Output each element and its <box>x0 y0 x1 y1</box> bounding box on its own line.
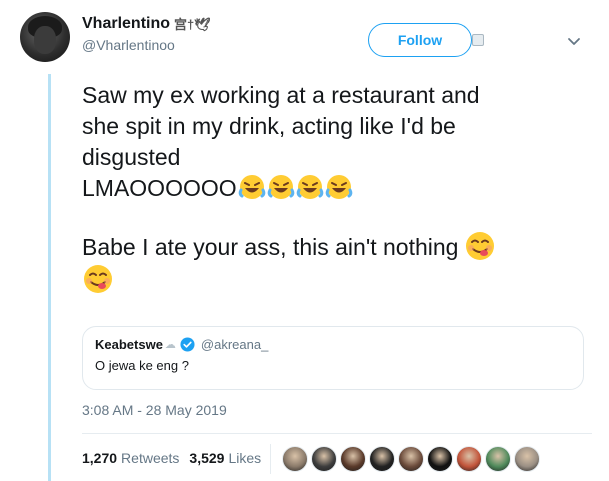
liker-avatar[interactable] <box>369 446 395 472</box>
liker-avatar[interactable] <box>456 446 482 472</box>
quoted-user-name[interactable]: Keabetswe <box>95 337 163 352</box>
retweets-stat[interactable]: 1,270 Retweets <box>82 450 179 466</box>
tweet-line-3: disgusted <box>82 144 181 170</box>
liker-avatars <box>282 446 543 472</box>
avatar-face <box>34 26 56 54</box>
quoted-tweet[interactable]: Keabetswe ☁ @akreana_ O jewa ke eng ? <box>82 326 584 390</box>
stats-separator <box>270 444 271 474</box>
rolling-on-floor-laughing-emoji <box>325 175 352 199</box>
user-display-name[interactable]: Vharlentino <box>82 15 170 33</box>
tweet-line-6 <box>82 263 592 296</box>
tweet-line-4: LMAOOOOOO <box>82 173 592 204</box>
user-handle[interactable]: @Vharlentinoo <box>82 37 211 53</box>
tweet-stats: 1,270 Retweets 3,529 Likes <box>82 450 271 466</box>
tweet-timestamp[interactable]: 3:08 AM - 28 May 2019 <box>82 402 227 418</box>
name-decoration: 宫†🕊 <box>174 17 211 32</box>
rolling-on-floor-laughing-emoji <box>296 175 323 199</box>
retweets-count: 1,270 <box>82 450 118 466</box>
liker-avatar[interactable] <box>282 446 308 472</box>
tweet-text: Saw my ex working at a restaurant and sh… <box>82 80 592 296</box>
verified-badge-icon <box>180 337 195 352</box>
liker-avatar[interactable] <box>427 446 453 472</box>
tweet-lmao-text: LMAOOOOOO <box>82 175 237 201</box>
user-avatar[interactable] <box>20 12 70 62</box>
retweets-label: Retweets <box>121 450 180 466</box>
face-savoring-food-emoji <box>84 265 112 293</box>
liker-avatar[interactable] <box>398 446 424 472</box>
thread-line <box>48 74 51 481</box>
likes-count: 3,529 <box>189 450 225 466</box>
liker-avatar[interactable] <box>311 446 337 472</box>
quoted-tweet-text: O jewa ke eng ? <box>95 358 189 373</box>
tweet-line-1: Saw my ex working at a restaurant and <box>82 82 480 108</box>
tweet-babe-text: Babe I ate your ass, this ain't nothing <box>82 234 459 260</box>
liker-avatar[interactable] <box>485 446 511 472</box>
user-name-row[interactable]: Vharlentino 宫†🕊 <box>82 14 211 33</box>
likes-stat[interactable]: 3,529 Likes <box>189 450 261 466</box>
likes-label: Likes <box>228 450 262 466</box>
liker-avatar[interactable] <box>340 446 366 472</box>
rolling-on-floor-laughing-emoji <box>267 175 294 199</box>
rolling-on-floor-laughing-emoji <box>238 175 265 199</box>
liker-avatar[interactable] <box>514 446 540 472</box>
quoted-name-decoration: ☁ <box>164 339 176 351</box>
chevron-down-icon[interactable] <box>566 33 582 49</box>
face-savoring-food-emoji <box>466 232 495 260</box>
tweet-line-2: she spit in my drink, acting like I'd be <box>82 113 456 139</box>
divider <box>82 433 592 434</box>
quoted-user-handle[interactable]: @akreana_ <box>201 337 268 352</box>
user-info: Vharlentino 宫†🕊 @Vharlentinoo <box>82 14 211 54</box>
quoted-tweet-header: Keabetswe ☁ @akreana_ <box>95 337 571 352</box>
follow-notch-icon <box>472 34 484 46</box>
tweet-line-5: Babe I ate your ass, this ain't nothing <box>82 230 592 263</box>
follow-button[interactable]: Follow <box>368 23 472 57</box>
